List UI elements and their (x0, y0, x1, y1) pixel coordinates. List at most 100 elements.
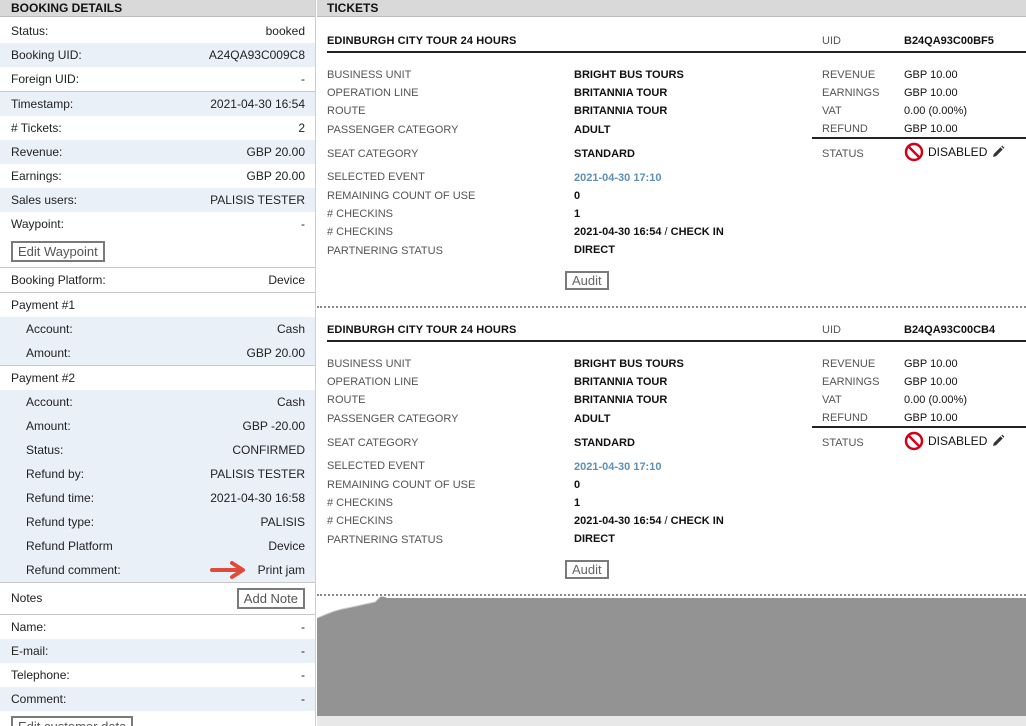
customer-comment-value: - (301, 692, 305, 706)
edit-customer-data-button[interactable]: Edit customer data (11, 716, 134, 726)
refund-comment-value: Print jam (257, 563, 305, 577)
checkins-count-value: 1 (574, 497, 581, 509)
business-unit-value: BRIGHT BUS TOURS (574, 358, 684, 370)
selected-event-link[interactable]: 2021-04-30 17:10 (574, 461, 661, 473)
payment1-amount-value: GBP 20.00 (246, 346, 306, 360)
payment2-status-value: CONFIRMED (232, 443, 305, 457)
passenger-category-label: PASSENGER CATEGORY (327, 413, 459, 425)
customer-comment-row: Comment: - (0, 687, 315, 711)
divider (327, 51, 1026, 53)
ticket-uid-value: B24QA93C00BF5 (904, 35, 994, 47)
earnings-label: Earnings: (11, 169, 62, 183)
checkin-separator: / (661, 226, 671, 238)
refund-platform-value: Device (268, 539, 305, 553)
earnings-value: GBP 10.00 (904, 376, 958, 388)
audit-button[interactable]: Audit (565, 560, 609, 579)
refund-value: GBP 10.00 (904, 412, 958, 424)
ticket-separator (317, 306, 1026, 308)
passenger-category-label: PASSENGER CATEGORY (327, 124, 459, 136)
operation-line-value: BRITANNIA TOUR (574, 87, 668, 99)
payment2-status-label: Status: (26, 443, 64, 457)
payment2-title-row: Payment #2 (0, 366, 315, 390)
waypoint-row: Waypoint: - (0, 212, 315, 236)
timestamp-value: 2021-04-30 16:54 (210, 97, 305, 111)
refund-type-value: PALISIS (260, 515, 305, 529)
route-label: ROUTE (327, 105, 366, 117)
ticket-card: EDINBURGH CITY TOUR 24 HOURS UID B24QA93… (317, 35, 1026, 290)
vat-value: 0.00 (0.00%) (904, 105, 967, 117)
booking-uid-row: Booking UID: A24QA93C009C8 (0, 43, 315, 67)
booking-platform-row: Booking Platform: Device (0, 268, 315, 292)
customer-email-row: E-mail: - (0, 639, 315, 663)
operation-line-value: BRITANNIA TOUR (574, 376, 668, 388)
divider (327, 340, 1026, 342)
checkin-time: 2021-04-30 16:54 (574, 226, 662, 238)
selected-event-label: SELECTED EVENT (327, 171, 425, 183)
edit-waypoint-button[interactable]: Edit Waypoint (11, 241, 105, 262)
status-label: Status: (11, 24, 49, 38)
booking-details-header: BOOKING DETAILS (0, 0, 315, 17)
sales-users-value: PALISIS TESTER (210, 193, 305, 207)
business-unit-label: BUSINESS UNIT (327, 69, 412, 81)
passenger-category-value: ADULT (574, 124, 611, 136)
revenue-value: GBP 10.00 (904, 358, 958, 370)
revenue-label: REVENUE (822, 69, 876, 81)
pencil-edit-icon[interactable] (991, 434, 1005, 448)
refund-by-row: Refund by: PALISIS TESTER (0, 462, 315, 486)
refund-platform-row: Refund Platform Device (0, 534, 315, 558)
bottom-strip (317, 716, 1026, 726)
business-unit-value: BRIGHT BUS TOURS (574, 69, 684, 81)
red-arrow-icon (210, 561, 245, 579)
divider (812, 426, 1026, 428)
payment1-account-value: Cash (276, 322, 305, 336)
timestamp-label: Timestamp: (11, 97, 74, 111)
partnering-status-value: DIRECT (574, 244, 615, 256)
foreign-uid-value: - (301, 72, 305, 86)
customer-telephone-value: - (301, 668, 305, 682)
tickets-count-label: # Tickets: (11, 121, 62, 135)
seat-category-value: STANDARD (574, 148, 635, 160)
passenger-category-value: ADULT (574, 413, 611, 425)
checkins-detail-label: # CHECKINS (327, 226, 394, 238)
checkins-detail-value: 2021-04-30 16:54 / CHECK IN (574, 226, 724, 238)
route-value: BRITANNIA TOUR (574, 105, 668, 117)
ticket-card: EDINBURGH CITY TOUR 24 HOURS UID B24QA93… (317, 324, 1026, 579)
partnering-status-label: PARTNERING STATUS (327, 245, 443, 257)
pencil-edit-icon[interactable] (991, 145, 1005, 159)
ticket-uid-value: B24QA93C00CB4 (904, 324, 996, 336)
remaining-count-label: REMAINING COUNT OF USE (327, 190, 476, 202)
payment1-title-row: Payment #1 (0, 293, 315, 317)
ticket-title: EDINBURGH CITY TOUR 24 HOURS (327, 324, 517, 336)
checkin-type: CHECK IN (670, 226, 724, 238)
route-value: BRITANNIA TOUR (574, 394, 668, 406)
waypoint-label: Waypoint: (11, 217, 64, 231)
route-label: ROUTE (327, 394, 366, 406)
selected-event-label: SELECTED EVENT (327, 460, 425, 472)
customer-name-label: Name: (11, 620, 47, 634)
waypoint-value: - (301, 217, 305, 231)
checkin-time: 2021-04-30 16:54 (574, 515, 662, 527)
partnering-status-label: PARTNERING STATUS (327, 534, 443, 546)
customer-name-row: Name: - (0, 615, 315, 639)
vat-label: VAT (822, 394, 842, 406)
status-label: STATUS (822, 148, 864, 160)
audit-button[interactable]: Audit (565, 271, 609, 290)
business-unit-label: BUSINESS UNIT (327, 358, 412, 370)
status-value: booked (265, 24, 305, 38)
refund-type-row: Refund type: PALISIS (0, 510, 315, 534)
foreign-uid-row: Foreign UID: - (0, 67, 315, 91)
selected-event-link[interactable]: 2021-04-30 17:10 (574, 172, 661, 184)
operation-line-label: OPERATION LINE (327, 376, 419, 388)
checkins-detail-label: # CHECKINS (327, 515, 394, 527)
checkin-separator: / (661, 515, 671, 527)
booking-uid-value: A24QA93C009C8 (208, 48, 305, 62)
add-note-button[interactable]: Add Note (236, 587, 305, 609)
earnings-row: Earnings: GBP 20.00 (0, 164, 315, 188)
tickets-header: TICKETS (317, 0, 1026, 17)
customer-email-label: E-mail: (11, 644, 49, 658)
status-value: DISABLED (928, 145, 988, 159)
divider (812, 137, 1026, 139)
refund-comment-row: Refund comment: Print jam (0, 558, 315, 582)
tickets-count-row: # Tickets: 2 (0, 116, 315, 140)
remaining-count-value: 0 (574, 479, 581, 491)
